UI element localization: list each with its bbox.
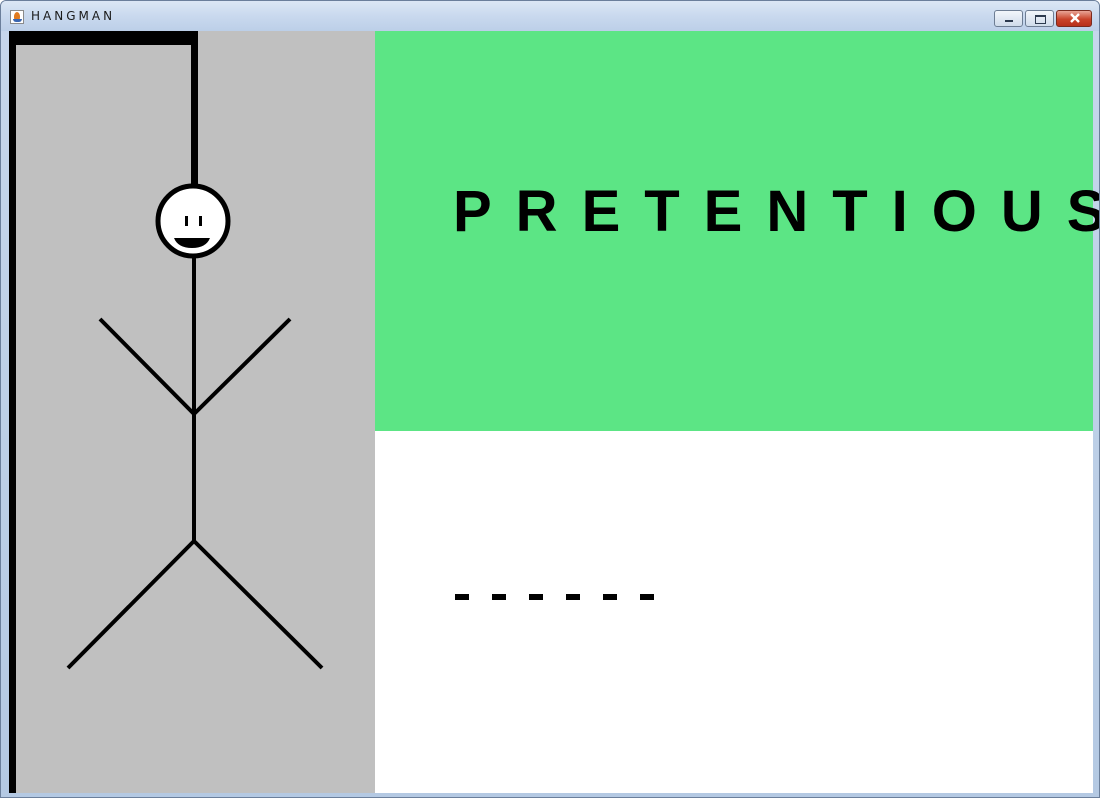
revealed-word: PRETENTIOUS (453, 179, 1100, 244)
app-window: HANGMAN PRETENTIOUS (0, 0, 1100, 798)
stickman-right-eye (199, 216, 202, 226)
letter-blanks: - - - - - - (455, 594, 665, 604)
maximize-icon (1035, 15, 1046, 24)
gallows-post (9, 31, 16, 793)
stickman-left-eye (185, 216, 188, 226)
letter-blank: - (455, 594, 469, 600)
title-bar[interactable]: HANGMAN (1, 1, 1099, 31)
letter-blank: - (529, 594, 543, 600)
stickman-right-arm (192, 317, 292, 416)
letter-blank: - (492, 594, 506, 600)
stickman-left-leg (66, 539, 196, 670)
letter-blank: - (566, 594, 580, 600)
gallows-panel (9, 31, 375, 793)
game-area: PRETENTIOUS - - - - - - (9, 31, 1099, 793)
letter-blank: - (640, 594, 654, 600)
word-panel: PRETENTIOUS (375, 31, 1099, 431)
minimize-button[interactable] (994, 10, 1023, 27)
letter-blank: - (603, 594, 617, 600)
window-title: HANGMAN (31, 9, 116, 23)
close-icon (1070, 13, 1080, 23)
gallows-rope (191, 31, 198, 189)
close-button[interactable] (1056, 10, 1092, 27)
java-cup-shape (13, 19, 22, 22)
guess-panel: - - - - - - (375, 431, 1093, 793)
stickman-right-leg (192, 539, 324, 670)
maximize-button[interactable] (1025, 10, 1054, 27)
hangman-drawing (9, 31, 324, 793)
stickman-left-arm (98, 317, 196, 416)
java-icon (10, 10, 24, 24)
gallows-beam (9, 31, 198, 45)
minimize-icon (1005, 20, 1013, 22)
